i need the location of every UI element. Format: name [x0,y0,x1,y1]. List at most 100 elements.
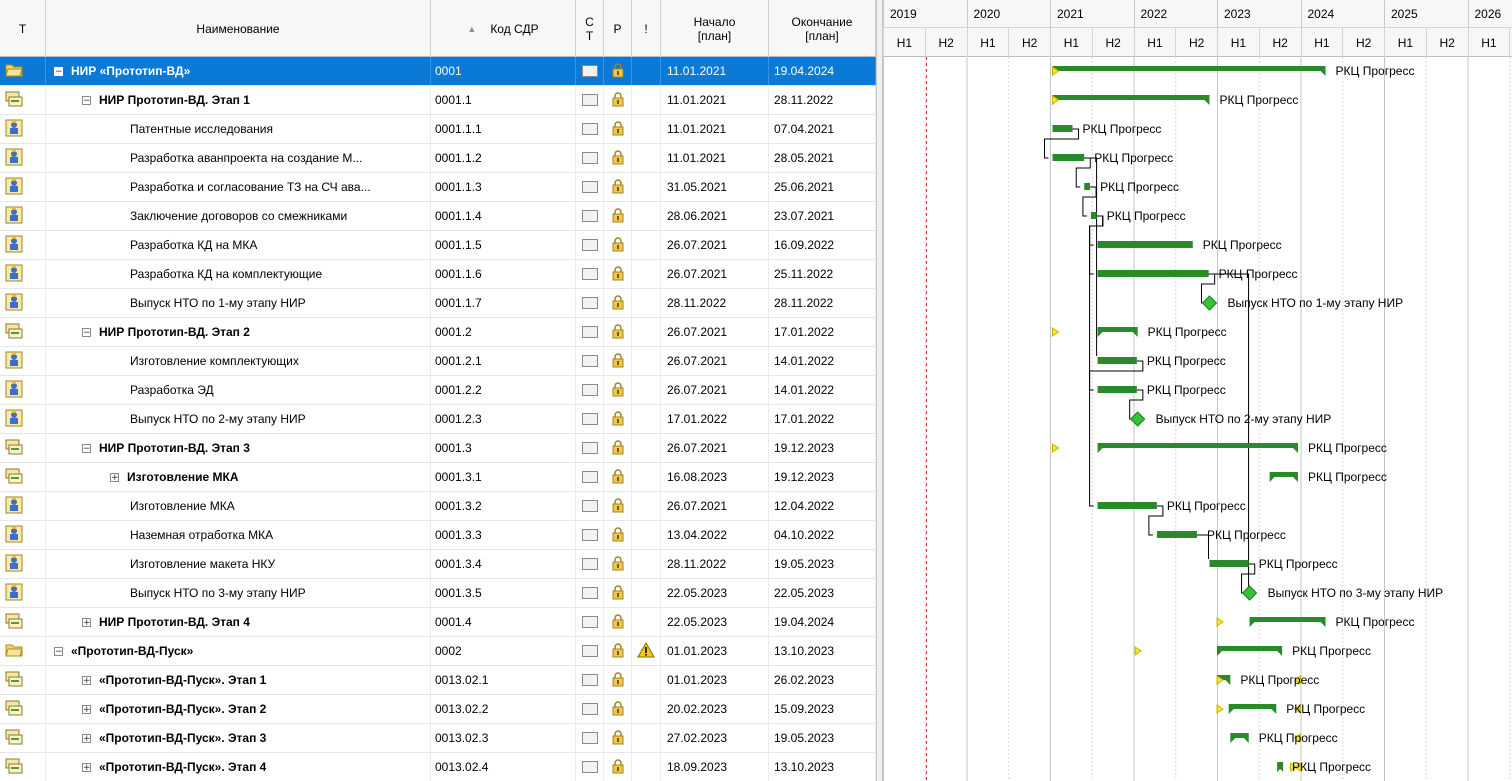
row-end-cell[interactable]: 19.12.2023 [769,463,876,491]
row-type-cell[interactable] [0,753,46,781]
checkbox-icon[interactable] [581,442,598,454]
summary-bar[interactable] [1052,66,1326,76]
row-r-cell[interactable] [604,202,632,230]
row-end-cell[interactable]: 28.11.2022 [769,86,876,114]
table-row[interactable]: Заключение договоров со смежниками 0001.1… [0,202,876,231]
row-r-cell[interactable] [604,579,632,607]
task-bar[interactable] [1156,531,1197,538]
checkbox-icon[interactable] [581,645,598,657]
checkbox-icon[interactable] [581,587,598,599]
summary-bar[interactable] [1052,95,1210,105]
table-row[interactable]: + «Прототип-ВД-Пуск». Этап 4 0013.02.4 18.0… [0,753,876,781]
row-start-cell[interactable]: 31.05.2021 [661,173,769,201]
row-r-cell[interactable] [604,492,632,520]
row-type-cell[interactable] [0,695,46,723]
row-code-cell[interactable]: 0013.02.1 [431,666,576,694]
row-start-cell[interactable]: 26.07.2021 [661,492,769,520]
row-type-cell[interactable] [0,231,46,259]
row-type-cell[interactable] [0,376,46,404]
bar-resource-label[interactable]: РКЦ Прогресс [1219,93,1298,107]
checkbox-icon[interactable] [581,616,598,628]
row-type-cell[interactable] [0,463,46,491]
collapse-icon[interactable]: − [54,646,63,656]
row-r-cell[interactable] [604,318,632,346]
row-r-cell[interactable] [604,231,632,259]
row-st-cell[interactable] [576,318,604,346]
row-st-cell[interactable] [576,492,604,520]
row-end-cell[interactable]: 15.09.2023 [769,695,876,723]
row-name-cell[interactable]: + «Прототип-ВД-Пуск». Этап 2 [46,695,431,723]
checkbox-icon[interactable] [581,94,598,106]
row-st-cell[interactable] [576,202,604,230]
column-start-header[interactable]: Начало [план] [661,0,769,57]
expand-icon[interactable]: + [82,617,91,627]
row-start-cell[interactable]: 26.07.2021 [661,231,769,259]
column-end-header[interactable]: Окончание [план] [769,0,876,57]
checkbox-icon[interactable] [581,761,598,773]
row-type-cell[interactable] [0,173,46,201]
row-type-cell[interactable] [0,492,46,520]
bar-resource-label[interactable]: РКЦ Прогресс [1292,644,1371,658]
row-r-cell[interactable] [604,173,632,201]
bar-resource-label[interactable]: РКЦ Прогресс [1100,180,1179,194]
row-st-cell[interactable] [576,550,604,578]
bar-resource-label[interactable]: РКЦ Прогресс [1083,122,1162,136]
row-start-cell[interactable]: 26.07.2021 [661,318,769,346]
row-end-cell[interactable]: 13.10.2023 [769,637,876,665]
row-start-cell[interactable]: 22.05.2023 [661,579,769,607]
row-code-cell[interactable]: 0001.1.6 [431,260,576,288]
column-r-header[interactable]: Р [604,0,632,57]
task-bar[interactable] [1090,212,1097,219]
row-end-cell[interactable]: 04.10.2022 [769,521,876,549]
summary-bar[interactable] [1097,443,1298,453]
row-code-cell[interactable]: 0001.3 [431,434,576,462]
row-st-cell[interactable] [576,724,604,752]
row-code-cell[interactable]: 0001 [431,57,576,85]
row-end-cell[interactable]: 19.04.2024 [769,57,876,85]
summary-bar[interactable] [1097,327,1138,337]
row-name-cell[interactable]: Разработка КД на комплектующие [46,260,431,288]
row-r-cell[interactable] [604,86,632,114]
row-code-cell[interactable]: 0002 [431,637,576,665]
row-type-cell[interactable] [0,637,46,665]
row-r-cell[interactable] [604,724,632,752]
table-row[interactable]: + НИР Прототип-ВД. Этап 4 0001.4 22.05.2023… [0,608,876,637]
row-code-cell[interactable]: 0001.4 [431,608,576,636]
task-bar[interactable] [1097,502,1157,509]
task-bar[interactable] [1084,183,1091,190]
row-code-cell[interactable]: 0013.02.4 [431,753,576,781]
table-row[interactable]: + «Прототип-ВД-Пуск». Этап 3 0013.02.3 27.0… [0,724,876,753]
row-start-cell[interactable]: 11.01.2021 [661,115,769,143]
checkbox-icon[interactable] [581,355,598,367]
checkbox-icon[interactable] [581,500,598,512]
checkbox-icon[interactable] [581,181,598,193]
row-type-cell[interactable] [0,202,46,230]
row-end-cell[interactable]: 25.06.2021 [769,173,876,201]
checkbox-icon[interactable] [581,558,598,570]
bar-resource-label[interactable]: РКЦ Прогресс [1147,383,1226,397]
bar-resource-label[interactable]: РКЦ Прогресс [1259,557,1338,571]
bar-resource-label[interactable]: РКЦ Прогресс [1219,267,1298,281]
column-type-header[interactable]: Т [0,0,46,57]
row-r-cell[interactable] [604,57,632,85]
row-type-cell[interactable] [0,608,46,636]
row-start-cell[interactable]: 26.07.2021 [661,434,769,462]
row-start-cell[interactable]: 26.07.2021 [661,260,769,288]
row-start-cell[interactable]: 01.01.2023 [661,666,769,694]
row-name-cell[interactable]: Выпуск НТО по 3-му этапу НИР [46,579,431,607]
row-code-cell[interactable]: 0013.02.3 [431,724,576,752]
collapse-icon[interactable]: − [54,66,63,76]
row-name-cell[interactable]: Разработка аванпроекта на создание М... [46,144,431,172]
row-r-cell[interactable] [604,289,632,317]
row-name-cell[interactable]: + Изготовление МКА [46,463,431,491]
row-type-cell[interactable] [0,521,46,549]
summary-bar[interactable] [1277,762,1284,772]
expand-icon[interactable]: + [82,762,91,772]
table-row[interactable]: − «Прототип-ВД-Пуск» 0002 01.01.2023 13.10.2… [0,637,876,666]
row-st-cell[interactable] [576,289,604,317]
row-end-cell[interactable]: 17.01.2022 [769,405,876,433]
row-st-cell[interactable] [576,115,604,143]
row-r-cell[interactable] [604,637,632,665]
row-start-cell[interactable]: 16.08.2023 [661,463,769,491]
task-bar[interactable] [1052,125,1073,132]
